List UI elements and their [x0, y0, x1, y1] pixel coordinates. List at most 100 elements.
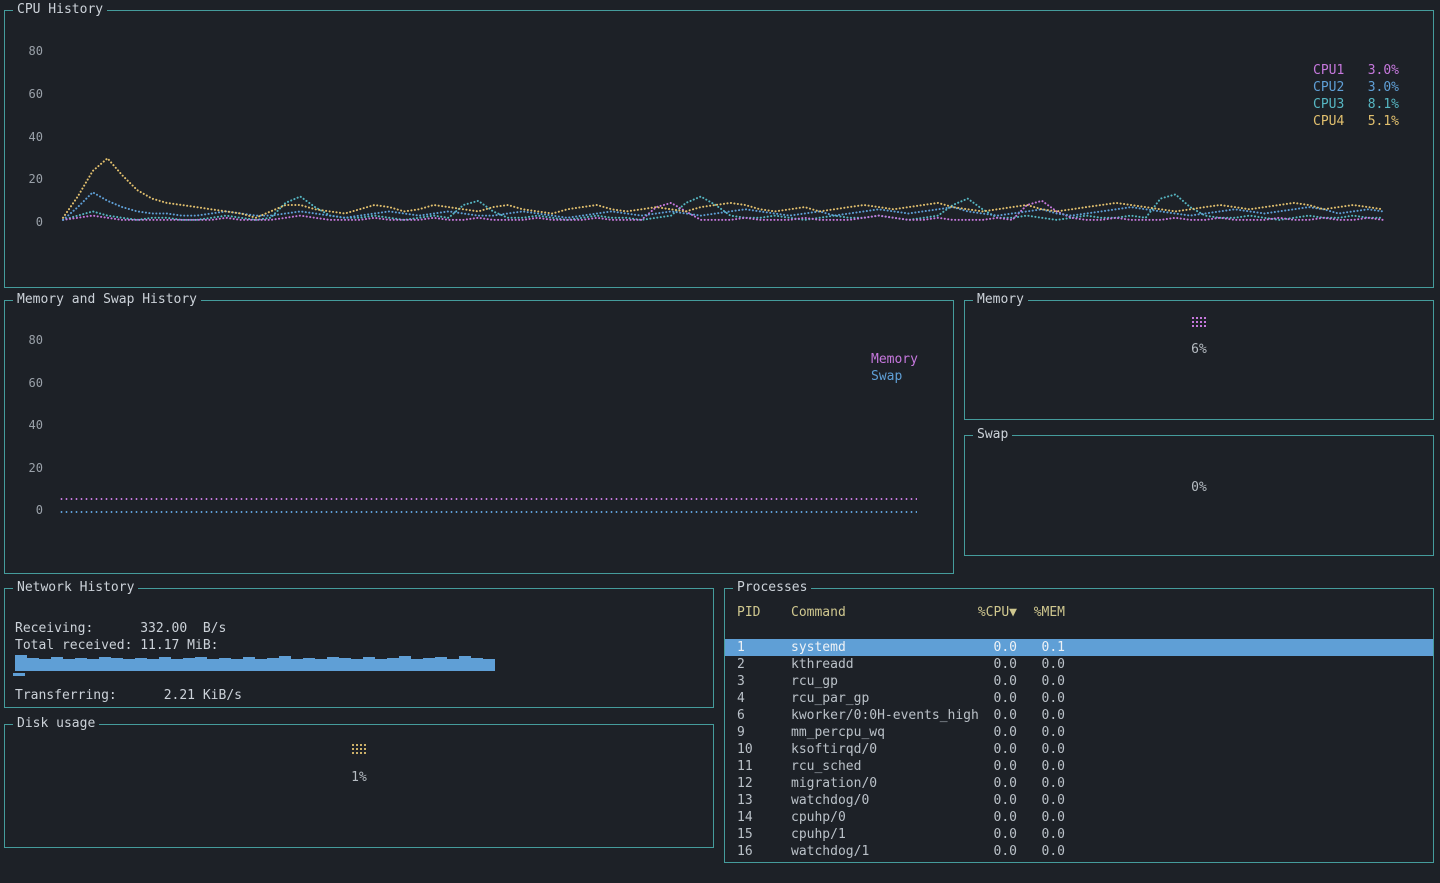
network-bar: [327, 657, 339, 671]
processes-title: Processes: [733, 580, 811, 595]
network-bar: [147, 659, 159, 671]
network-bar: [267, 658, 279, 671]
process-row[interactable]: 12migration/00.00.0: [725, 775, 1433, 792]
network-bar: [399, 656, 411, 671]
network-transferring-line: Transferring: 2.21 KiB/s: [15, 688, 242, 703]
process-command: cpuhp/0: [791, 809, 971, 826]
process-pid: 9: [737, 724, 791, 741]
network-receiving-line: Receiving: 332.00 B/s: [15, 621, 226, 636]
network-bar: [363, 657, 375, 671]
network-total-received-line: Total received: 11.17 MiB:: [15, 638, 219, 653]
cpu-history-chart: [55, 37, 1391, 229]
network-bar: [87, 659, 99, 671]
memory-gauge-panel: Memory 6%: [964, 300, 1434, 420]
memory-gauge: 6%: [965, 316, 1433, 357]
network-bar: [339, 658, 351, 671]
memory-history-line: [59, 498, 917, 500]
process-cpu-percent: 0.0: [971, 758, 1017, 775]
process-mem-percent: 0.0: [1017, 690, 1065, 707]
cpu4-series-line: [63, 158, 1383, 218]
y-tick-label: 0: [17, 216, 43, 229]
process-row[interactable]: 14cpuhp/00.00.0: [725, 809, 1433, 826]
network-bar: [51, 657, 63, 671]
y-tick-label: 80: [17, 45, 43, 58]
process-row[interactable]: 10ksoftirqd/00.00.0: [725, 741, 1433, 758]
network-bar: [351, 659, 363, 671]
process-pid: 4: [737, 690, 791, 707]
network-bar: [243, 657, 255, 671]
network-baseline-mark: [13, 673, 25, 676]
process-column-header[interactable]: PID: [737, 605, 791, 620]
process-pid: 6: [737, 707, 791, 724]
process-mem-percent: 0.0: [1017, 843, 1065, 860]
network-bar: [111, 658, 123, 671]
cpu-legend-name: CPU3: [1313, 96, 1344, 113]
process-cpu-percent: 0.0: [971, 826, 1017, 843]
network-bar: [39, 659, 51, 671]
process-row[interactable]: 9mm_percpu_wq0.00.0: [725, 724, 1433, 741]
memory-legend-name: Memory: [871, 351, 918, 368]
process-command: rcu_gp: [791, 673, 971, 690]
process-row[interactable]: 6kworker/0:0H-events_high0.00.0: [725, 707, 1433, 724]
memory-usage-value: 6%: [1191, 342, 1207, 357]
network-bar: [15, 655, 27, 671]
process-row[interactable]: 4rcu_par_gp0.00.0: [725, 690, 1433, 707]
network-bar: [375, 659, 387, 671]
y-tick-label: 40: [17, 131, 43, 144]
network-bar: [435, 657, 447, 671]
process-row[interactable]: 2kthreadd0.00.0: [725, 656, 1433, 673]
network-bar: [219, 658, 231, 671]
y-tick-label: 60: [17, 377, 43, 390]
network-bar: [411, 659, 423, 671]
process-row[interactable]: 13watchdog/00.00.0: [725, 792, 1433, 809]
process-pid: 15: [737, 826, 791, 843]
process-row[interactable]: 1systemd0.00.1: [725, 639, 1433, 656]
network-bar: [483, 659, 495, 671]
network-bar: [291, 659, 303, 671]
network-bar: [279, 656, 291, 671]
process-mem-percent: 0.0: [1017, 741, 1065, 758]
process-cpu-percent: 0.0: [971, 741, 1017, 758]
network-bar: [99, 657, 111, 671]
swap-gauge-panel: Swap 0%: [964, 435, 1434, 556]
process-command: systemd: [791, 639, 971, 656]
disk-usage-dots-icon: [351, 743, 368, 756]
process-row[interactable]: 3rcu_gp0.00.0: [725, 673, 1433, 690]
process-row[interactable]: 11rcu_sched0.00.0: [725, 758, 1433, 775]
memory-swap-history-panel: Memory and Swap History 806040200 Memory…: [4, 300, 954, 574]
process-pid: 3: [737, 673, 791, 690]
process-mem-percent: 0.1: [1017, 639, 1065, 656]
process-column-header[interactable]: %MEM: [1017, 605, 1065, 620]
process-column-header[interactable]: Command: [791, 605, 971, 620]
processes-panel: Processes PIDCommand%CPU▼%MEM 1systemd0.…: [724, 588, 1434, 863]
process-column-header[interactable]: %CPU▼: [971, 605, 1017, 620]
disk-usage-value: 1%: [351, 770, 367, 785]
memory-legend-name: Swap: [871, 368, 902, 385]
network-bar: [195, 657, 207, 671]
y-tick-label: 0: [17, 504, 43, 517]
network-bar: [303, 658, 315, 671]
network-bar: [27, 658, 39, 671]
process-cpu-percent: 0.0: [971, 673, 1017, 690]
process-row[interactable]: 15cpuhp/10.00.0: [725, 826, 1433, 843]
network-bar: [231, 659, 243, 671]
process-command: ksoftirqd/0: [791, 741, 971, 758]
process-cpu-percent: 0.0: [971, 656, 1017, 673]
process-command: kworker/0:0H-events_high: [791, 707, 971, 724]
network-bar: [159, 657, 171, 671]
disk-usage-title: Disk usage: [13, 716, 99, 731]
cpu-legend-name: CPU4: [1313, 113, 1344, 130]
swap-usage-value: 0%: [1191, 480, 1207, 495]
memory-legend-row: Memory: [871, 351, 931, 368]
process-mem-percent: 0.0: [1017, 809, 1065, 826]
process-pid: 13: [737, 792, 791, 809]
process-row[interactable]: 16watchdog/10.00.0: [725, 843, 1433, 860]
process-pid: 2: [737, 656, 791, 673]
y-tick-label: 60: [17, 88, 43, 101]
network-history-panel: Network History Receiving: 332.00 B/s To…: [4, 588, 714, 708]
process-cpu-percent: 0.0: [971, 690, 1017, 707]
network-bar: [447, 659, 459, 671]
process-pid: 11: [737, 758, 791, 775]
network-bar: [471, 658, 483, 671]
network-bar: [183, 658, 195, 671]
